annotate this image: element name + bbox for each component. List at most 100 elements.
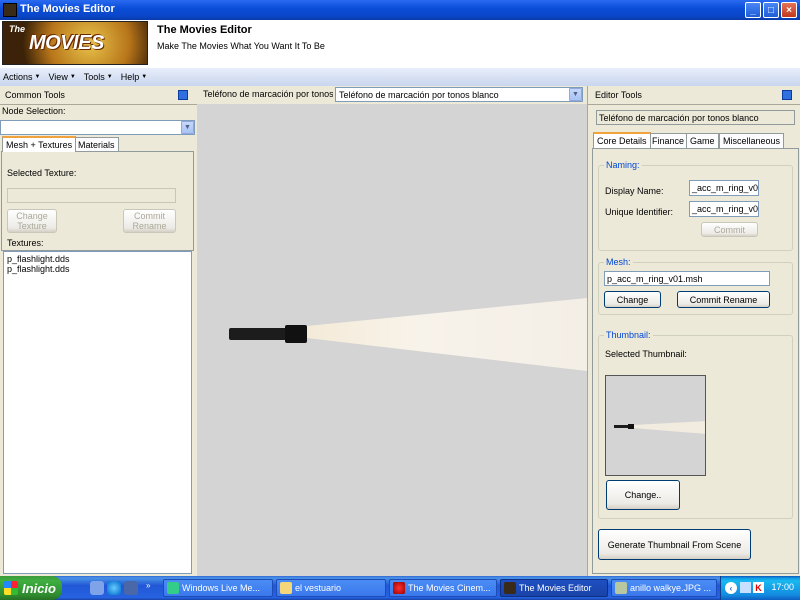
menu-tools[interactable]: Tools ▼: [84, 72, 113, 82]
tab-game[interactable]: Game: [686, 133, 719, 148]
chevron-down-icon: ▼: [106, 74, 113, 80]
panel-title: Common Tools: [5, 90, 65, 100]
commit-rename-mesh-button[interactable]: Commit Rename: [677, 291, 770, 308]
windows-logo-icon: [4, 581, 18, 595]
task-anillo-walkye[interactable]: anillo walkye.JPG ...: [611, 579, 717, 597]
start-button[interactable]: Inicio: [0, 576, 62, 600]
node-selection-dropdown[interactable]: [0, 120, 195, 135]
maximize-button[interactable]: □: [763, 2, 779, 18]
pin-icon[interactable]: [782, 90, 792, 100]
tab-miscellaneous[interactable]: Miscellaneous: [719, 133, 785, 148]
viewport-object-value: Teléfono de marcación por tonos blanco: [339, 89, 499, 100]
common-tools-header: Common Tools: [0, 86, 197, 105]
commit-rename-button[interactable]: Commit Rename: [123, 209, 176, 233]
media-player-icon[interactable]: [124, 581, 138, 595]
mesh-file-input[interactable]: p_acc_m_ring_v01.msh: [604, 271, 770, 286]
3d-viewport[interactable]: [197, 86, 587, 576]
chevron-down-icon: ▼: [141, 74, 148, 80]
scene-render: [229, 298, 587, 371]
change-thumbnail-button[interactable]: Change..: [606, 480, 680, 510]
menu-help-label: Help: [120, 72, 140, 82]
textures-label: Textures:: [7, 238, 44, 248]
unique-identifier-label: Unique Identifier:: [605, 207, 674, 217]
task-label: Windows Live Me...: [182, 583, 261, 593]
logo-text-main: MOVIES: [29, 32, 104, 54]
movies-app-icon: [504, 582, 516, 594]
menu-bar: Actions ▼ View ▼ Tools ▼ Help ▼: [0, 68, 800, 86]
show-desktop-icon[interactable]: [90, 581, 104, 595]
display-name-input[interactable]: _acc_m_ring_v01: [689, 180, 759, 196]
task-windows-live[interactable]: Windows Live Me...: [163, 579, 273, 597]
editor-tools-header: Editor Tools: [588, 86, 800, 105]
thumbnail-label: Thumbnail:: [604, 330, 653, 340]
chevron-down-icon: ▼: [34, 74, 41, 80]
flashlight-body: [229, 328, 289, 340]
tab-finance[interactable]: Finance: [648, 133, 689, 148]
task-label: el vestuario: [295, 583, 342, 593]
system-tray: ‹ K 17:00: [720, 576, 800, 600]
tab-mesh-textures[interactable]: Mesh + Textures: [2, 136, 77, 152]
messenger-icon: [167, 582, 179, 594]
list-item[interactable]: p_flashlight.dds: [7, 264, 188, 274]
change-mesh-button[interactable]: Change: [604, 291, 661, 308]
naming-label: Naming:: [604, 160, 642, 170]
minimize-button[interactable]: _: [745, 2, 761, 18]
chevron-down-icon[interactable]: ▼: [569, 88, 582, 101]
textures-list[interactable]: p_flashlight.dds p_flashlight.dds: [3, 251, 192, 574]
window-title: The Movies Editor: [20, 3, 115, 15]
close-button[interactable]: ×: [781, 2, 797, 18]
task-el-vestuario[interactable]: el vestuario: [276, 579, 386, 597]
title-bar[interactable]: The Movies Editor _ □ ×: [0, 0, 800, 20]
start-label: Inicio: [22, 580, 56, 596]
commit-button[interactable]: Commit: [701, 222, 758, 237]
task-movies-editor[interactable]: The Movies Editor: [500, 579, 608, 597]
pin-icon[interactable]: [178, 90, 188, 100]
app-subtitle: Make The Movies What You Want It To Be: [157, 41, 325, 51]
unique-identifier-input[interactable]: _acc_m_ring_v01: [689, 201, 759, 217]
task-label: The Movies Editor: [519, 583, 592, 593]
task-movies-cinema[interactable]: The Movies Cinem...: [389, 579, 497, 597]
panel-title: Editor Tools: [595, 90, 642, 100]
thumbnail-render: [614, 421, 705, 434]
taskbar: Inicio » Windows Live Me... el vestuario…: [0, 576, 800, 600]
viewport-header: Teléfono de marcación por tonos blanco T…: [197, 86, 587, 104]
light-beam: [307, 298, 587, 371]
internet-explorer-icon[interactable]: [107, 581, 121, 595]
item-name-value: Teléfono de marcación por tonos blanco: [599, 112, 759, 123]
selected-texture-label: Selected Texture:: [7, 168, 77, 178]
change-texture-button[interactable]: Change Texture: [7, 209, 57, 233]
image-viewer-icon: [615, 582, 627, 594]
menu-actions[interactable]: Actions ▼: [3, 72, 40, 82]
logo-text-the: The: [9, 24, 26, 34]
app-title: The Movies Editor: [157, 24, 252, 36]
tab-materials[interactable]: Materials: [74, 137, 119, 152]
mesh-file-value: p_acc_m_ring_v01.msh: [607, 273, 703, 284]
app-icon: [3, 3, 17, 17]
folder-icon: [280, 582, 292, 594]
antivirus-icon[interactable]: K: [753, 582, 764, 593]
thumbnail-preview: [605, 375, 706, 476]
menu-help[interactable]: Help ▼: [121, 72, 147, 82]
network-icon[interactable]: [740, 582, 751, 593]
the-movies-logo: The MOVIES: [2, 21, 148, 65]
generate-thumbnail-button[interactable]: Generate Thumbnail From Scene: [598, 529, 751, 560]
viewport-label: Teléfono de marcación por tonos blanco: [203, 89, 333, 99]
tray-expand-icon[interactable]: ‹: [725, 582, 737, 594]
display-name-label: Display Name:: [605, 186, 664, 196]
quicklaunch-expand-icon[interactable]: »: [146, 581, 150, 590]
editor-tools-panel: Editor Tools Teléfono de marcación por t…: [587, 86, 800, 576]
chevron-down-icon[interactable]: ▼: [181, 121, 194, 134]
selected-texture-field: [7, 188, 176, 203]
menu-view[interactable]: View ▼: [48, 72, 75, 82]
app-header: The MOVIES The Movies Editor Make The Mo…: [0, 20, 800, 68]
flashlight-head: [285, 325, 307, 343]
node-selection-label: Node Selection:: [2, 106, 66, 116]
common-tools-panel: Common Tools Node Selection: ▼ Mesh + Te…: [0, 86, 197, 576]
selected-thumbnail-label: Selected Thumbnail:: [605, 349, 687, 359]
list-item[interactable]: p_flashlight.dds: [7, 254, 188, 264]
task-label: anillo walkye.JPG ...: [630, 583, 712, 593]
tab-core-details[interactable]: Core Details: [593, 132, 651, 148]
clock[interactable]: 17:00: [771, 582, 794, 592]
menu-actions-label: Actions: [3, 72, 33, 82]
viewport-object-dropdown[interactable]: Teléfono de marcación por tonos blanco: [335, 87, 583, 102]
